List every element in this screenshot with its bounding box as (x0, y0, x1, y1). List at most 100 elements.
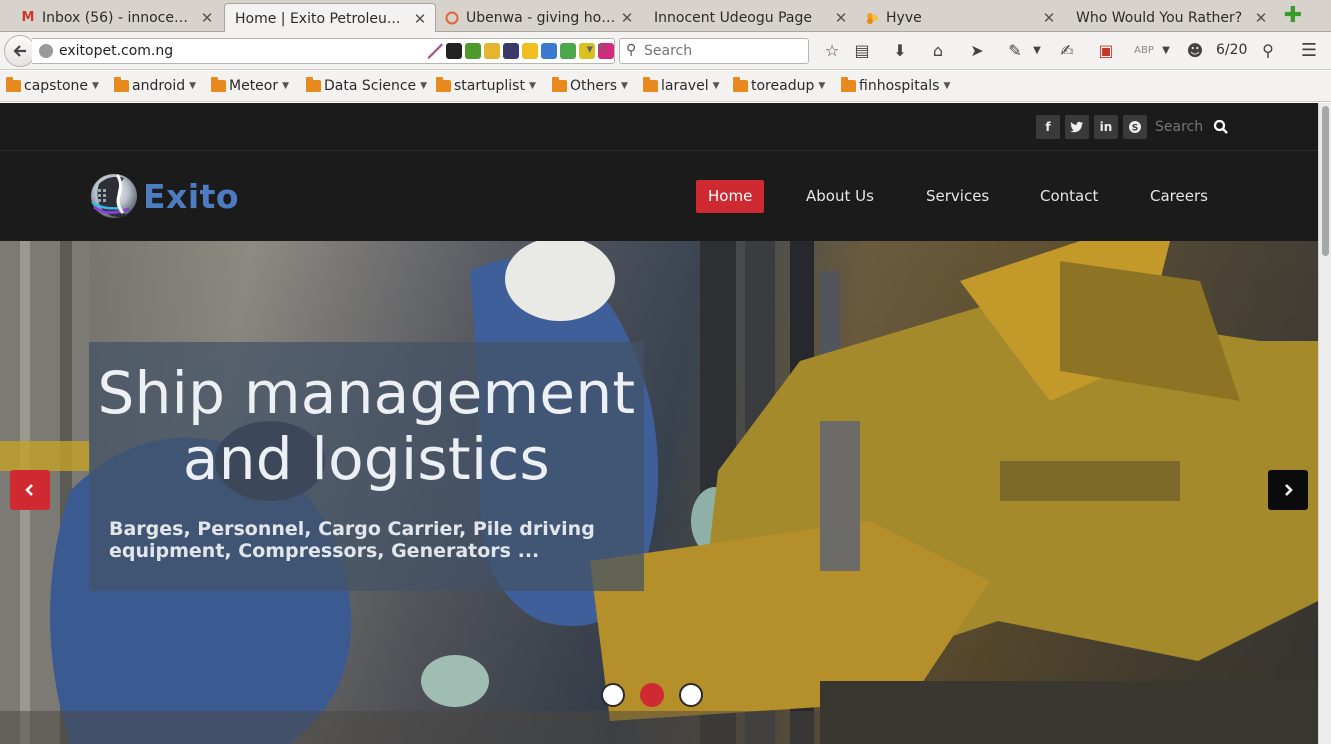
slide-indicator-2[interactable] (640, 683, 664, 707)
eyedropper-icon[interactable]: ✎ (1004, 40, 1026, 62)
chevron-down-icon: ▼ (712, 81, 720, 91)
tab-title: Home | Exito Petroleu... (235, 10, 401, 27)
slide-title-line2: and logistics (182, 425, 551, 493)
home-icon[interactable]: ⌂ (927, 40, 949, 62)
exito-logo-icon[interactable] (89, 169, 139, 221)
gmail-icon: M (21, 10, 35, 25)
bookmark-folder-finhospitals[interactable]: finhospitals ▼ (841, 77, 950, 94)
tab-ubenwa[interactable]: Ubenwa - giving hop... ✕ (438, 3, 642, 32)
pen-extension-icon[interactable] (427, 43, 443, 59)
close-icon[interactable]: ✕ (1254, 9, 1268, 27)
download-icon[interactable]: ⬇ (889, 40, 911, 62)
chevron-down-icon: ▼ (818, 81, 826, 91)
tab-title: Inbox (56) - innocent... (42, 9, 196, 26)
dropdown-icon[interactable]: ▼ (1155, 40, 1177, 62)
bookmark-folder-capstone[interactable]: capstone ▼ (6, 77, 99, 94)
skype-icon[interactable]: S (1123, 115, 1147, 139)
nav-about-us[interactable]: About Us (794, 180, 886, 213)
dropdown-icon[interactable]: ▼ (1026, 40, 1048, 62)
extension-red-icon[interactable]: ▣ (1095, 40, 1117, 62)
slide-indicator-3[interactable] (679, 683, 703, 707)
nav-home[interactable]: Home (696, 180, 765, 213)
folder-icon (114, 77, 129, 92)
url-text[interactable]: exitopet.com.ng (59, 43, 173, 59)
close-icon[interactable]: ✕ (200, 9, 214, 27)
clipboard-icon[interactable]: ✍ (1056, 40, 1078, 62)
browser-search-input[interactable] (644, 42, 804, 60)
linkedin-icon[interactable]: in (1094, 115, 1118, 139)
close-icon[interactable]: ✕ (413, 10, 427, 28)
adblock-icon[interactable]: ABP (1133, 40, 1155, 62)
bookmark-folder-startuplist[interactable]: startuplist ▼ (436, 77, 536, 94)
slider-next-button[interactable] (1268, 470, 1308, 510)
flag-extension-icon[interactable] (446, 43, 462, 59)
chat-icon[interactable]: ☻ (1184, 40, 1206, 62)
reload-icon[interactable]: ▾ ↻ (586, 42, 608, 57)
bookmark-folder-android[interactable]: android ▼ (114, 77, 197, 94)
bookmark-star-icon[interactable]: ☆ (821, 40, 843, 62)
bookmark-label: Others (570, 78, 618, 94)
tab-exito[interactable]: Home | Exito Petroleu... ✕ (224, 3, 436, 33)
slide-indicator-1[interactable] (601, 683, 625, 707)
tab-inbox[interactable]: M Inbox (56) - innocent... ✕ (14, 3, 222, 32)
bookmark-folder-laravel[interactable]: laravel ▼ (643, 77, 720, 94)
close-icon[interactable]: ✕ (1042, 9, 1056, 27)
nav-careers[interactable]: Careers (1138, 180, 1220, 213)
folder-icon (643, 77, 658, 92)
scrollbar-thumb[interactable] (1322, 106, 1329, 256)
site-search-input[interactable] (1155, 115, 1207, 139)
chevron-down-icon: ▼ (528, 81, 536, 91)
reading-list-icon[interactable]: ▤ (851, 40, 873, 62)
search-icon[interactable] (1213, 115, 1231, 137)
slide-caption: Ship management and logistics Barges, Pe… (89, 342, 644, 591)
site-identity-icon[interactable] (39, 44, 53, 58)
bookmark-label: laravel (661, 78, 709, 94)
page-scrollbar[interactable] (1318, 103, 1331, 744)
pin-icon[interactable]: ⚲ (1257, 40, 1279, 62)
site-header: Exito Home About Us Services Contact Car… (0, 152, 1318, 241)
browser-search-bar[interactable]: ⚲ (619, 38, 809, 64)
bookmark-folder-others[interactable]: Others ▼ (552, 77, 628, 94)
new-tab-button[interactable]: ✚ (1282, 5, 1304, 27)
tab-innocent-page[interactable]: Innocent Udeogu Page ✕ (644, 3, 856, 32)
chevron-down-icon: ▼ (282, 81, 290, 91)
bookmarks-bar: capstone ▼ android ▼ Meteor ▼ Data Science ▼… (0, 71, 1331, 102)
bookmark-folder-toreadup[interactable]: toreadup ▼ (733, 77, 826, 94)
url-bar[interactable]: exitopet.com.ng ▾ ↻ (32, 38, 615, 64)
search-icon: ⚲ (626, 42, 637, 58)
folder-icon (841, 77, 856, 92)
chevron-down-icon: ▼ (189, 81, 197, 91)
tab-hyve[interactable]: Hyve ✕ (858, 3, 1064, 32)
bookmark-folder-data-science[interactable]: Data Science ▼ (306, 77, 428, 94)
folder-icon (211, 77, 226, 92)
chevron-down-icon: ▼ (621, 81, 628, 91)
nav-services[interactable]: Services (914, 180, 1001, 213)
green-lock-extension-icon[interactable] (560, 43, 576, 59)
close-icon[interactable]: ✕ (620, 9, 634, 27)
facebook-icon[interactable]: f (1036, 115, 1060, 139)
bookmark-label: finhospitals (859, 78, 940, 94)
nav-contact[interactable]: Contact (1028, 180, 1110, 213)
moon-extension-icon[interactable] (541, 43, 557, 59)
site-logo-text[interactable]: Exito (143, 177, 239, 216)
b-extension-icon[interactable] (503, 43, 519, 59)
vimium-extension-icon[interactable] (465, 43, 481, 59)
tab-title: Ubenwa - giving hop... (466, 9, 616, 26)
x-extension-icon[interactable] (522, 43, 538, 59)
top-info-bar: f in S (0, 103, 1318, 151)
twitter-icon[interactable] (1065, 115, 1089, 139)
tab-counter: 6/20 (1216, 42, 1248, 58)
hero-slider: Ship management and logistics Barges, Pe… (0, 241, 1318, 744)
bookmark-label: startuplist (454, 78, 525, 94)
svg-text:S: S (1132, 124, 1138, 134)
slider-prev-button[interactable] (10, 470, 50, 510)
lock-extension-icon[interactable] (484, 43, 500, 59)
tab-who-would-you-rather[interactable]: Who Would You Rather? ✕ (1066, 3, 1276, 32)
slide-title: Ship management and logistics (89, 360, 644, 492)
menu-icon[interactable]: ☰ (1298, 40, 1320, 62)
bookmark-folder-meteor[interactable]: Meteor ▼ (211, 77, 290, 94)
bookmark-label: capstone (24, 78, 88, 94)
send-icon[interactable]: ➤ (966, 40, 988, 62)
close-icon[interactable]: ✕ (834, 9, 848, 27)
chevron-down-icon: ▼ (420, 81, 428, 91)
